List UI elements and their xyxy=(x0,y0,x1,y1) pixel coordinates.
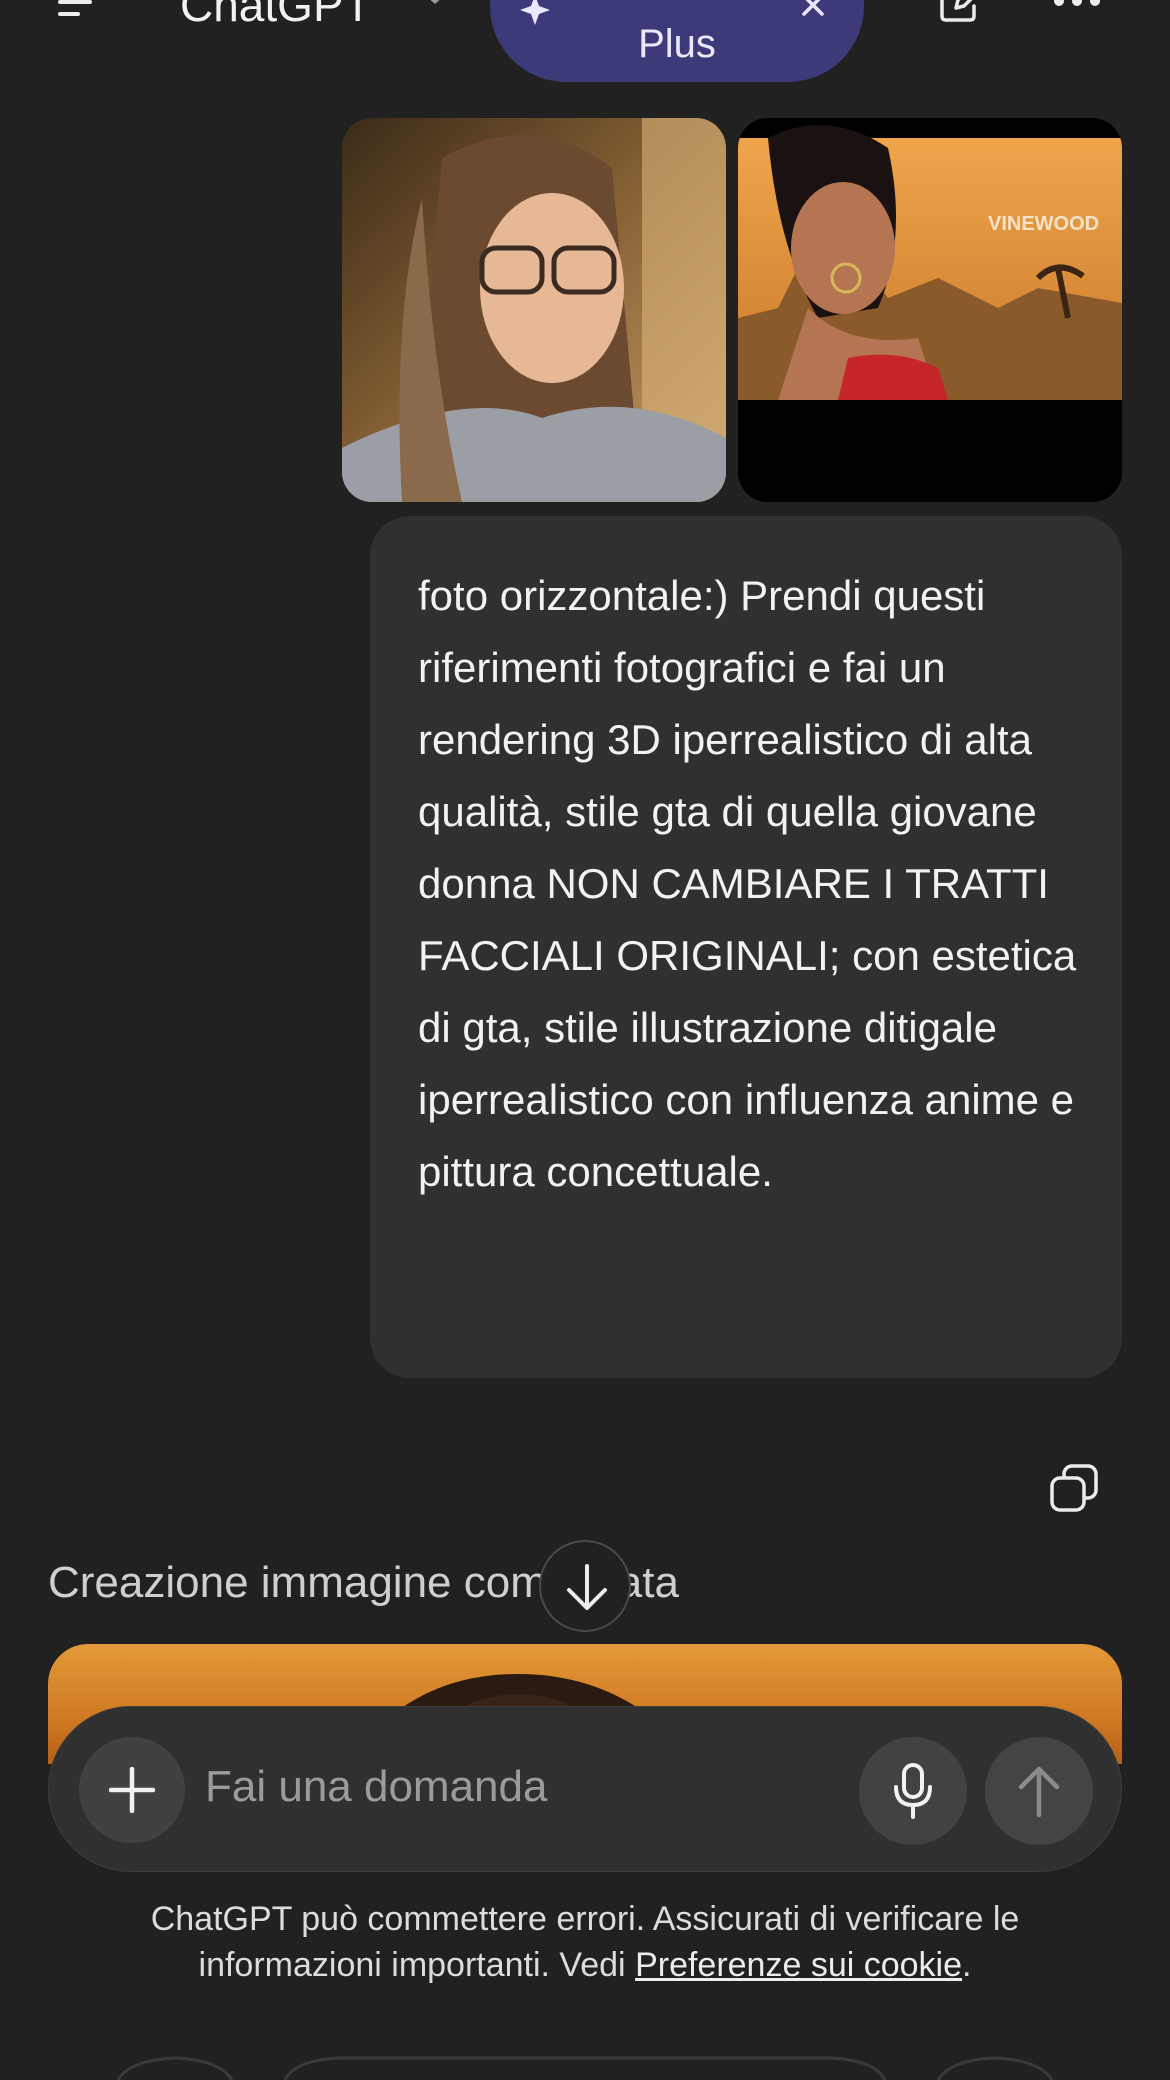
gta-logo-text: VINEWOOD xyxy=(988,213,1099,235)
gta-style-reference-thumbnail[interactable]: VINEWOOD xyxy=(738,118,1122,502)
chevron-down-icon[interactable] xyxy=(420,0,450,8)
close-icon[interactable] xyxy=(800,0,826,18)
bottom-toolbar-edge xyxy=(116,2056,1054,2080)
upgrade-plus-banner[interactable]: Plus xyxy=(490,0,864,82)
menu-icon[interactable] xyxy=(58,0,106,20)
microphone-icon xyxy=(894,1763,932,1819)
message-composer xyxy=(48,1706,1122,1872)
arrow-down-icon xyxy=(567,1564,607,1610)
upgrade-label: Plus xyxy=(638,22,716,66)
attach-button[interactable] xyxy=(79,1737,185,1843)
scroll-down-button[interactable] xyxy=(539,1540,631,1632)
send-button[interactable] xyxy=(985,1737,1093,1845)
disclaimer: ChatGPT può commettere errori. Assicurat… xyxy=(60,1896,1110,1988)
message-input[interactable] xyxy=(205,1757,665,1817)
app-title[interactable]: ChatGPT xyxy=(180,0,372,32)
more-icon[interactable] xyxy=(1052,0,1102,10)
disclaimer-end: . xyxy=(962,1946,972,1984)
reference-photo-thumbnail[interactable] xyxy=(342,118,726,502)
plus-icon xyxy=(109,1767,155,1813)
copy-icon[interactable] xyxy=(1048,1462,1100,1514)
edit-icon[interactable] xyxy=(938,0,982,22)
user-message-bubble: foto orizzontale:) Prendi questi riferim… xyxy=(370,516,1122,1378)
top-bar: ChatGPT Plus xyxy=(0,0,1170,90)
cookie-preferences-link[interactable]: Preferenze sui cookie xyxy=(635,1946,962,1984)
arrow-up-icon xyxy=(1018,1766,1060,1818)
voice-input-button[interactable] xyxy=(859,1737,967,1845)
